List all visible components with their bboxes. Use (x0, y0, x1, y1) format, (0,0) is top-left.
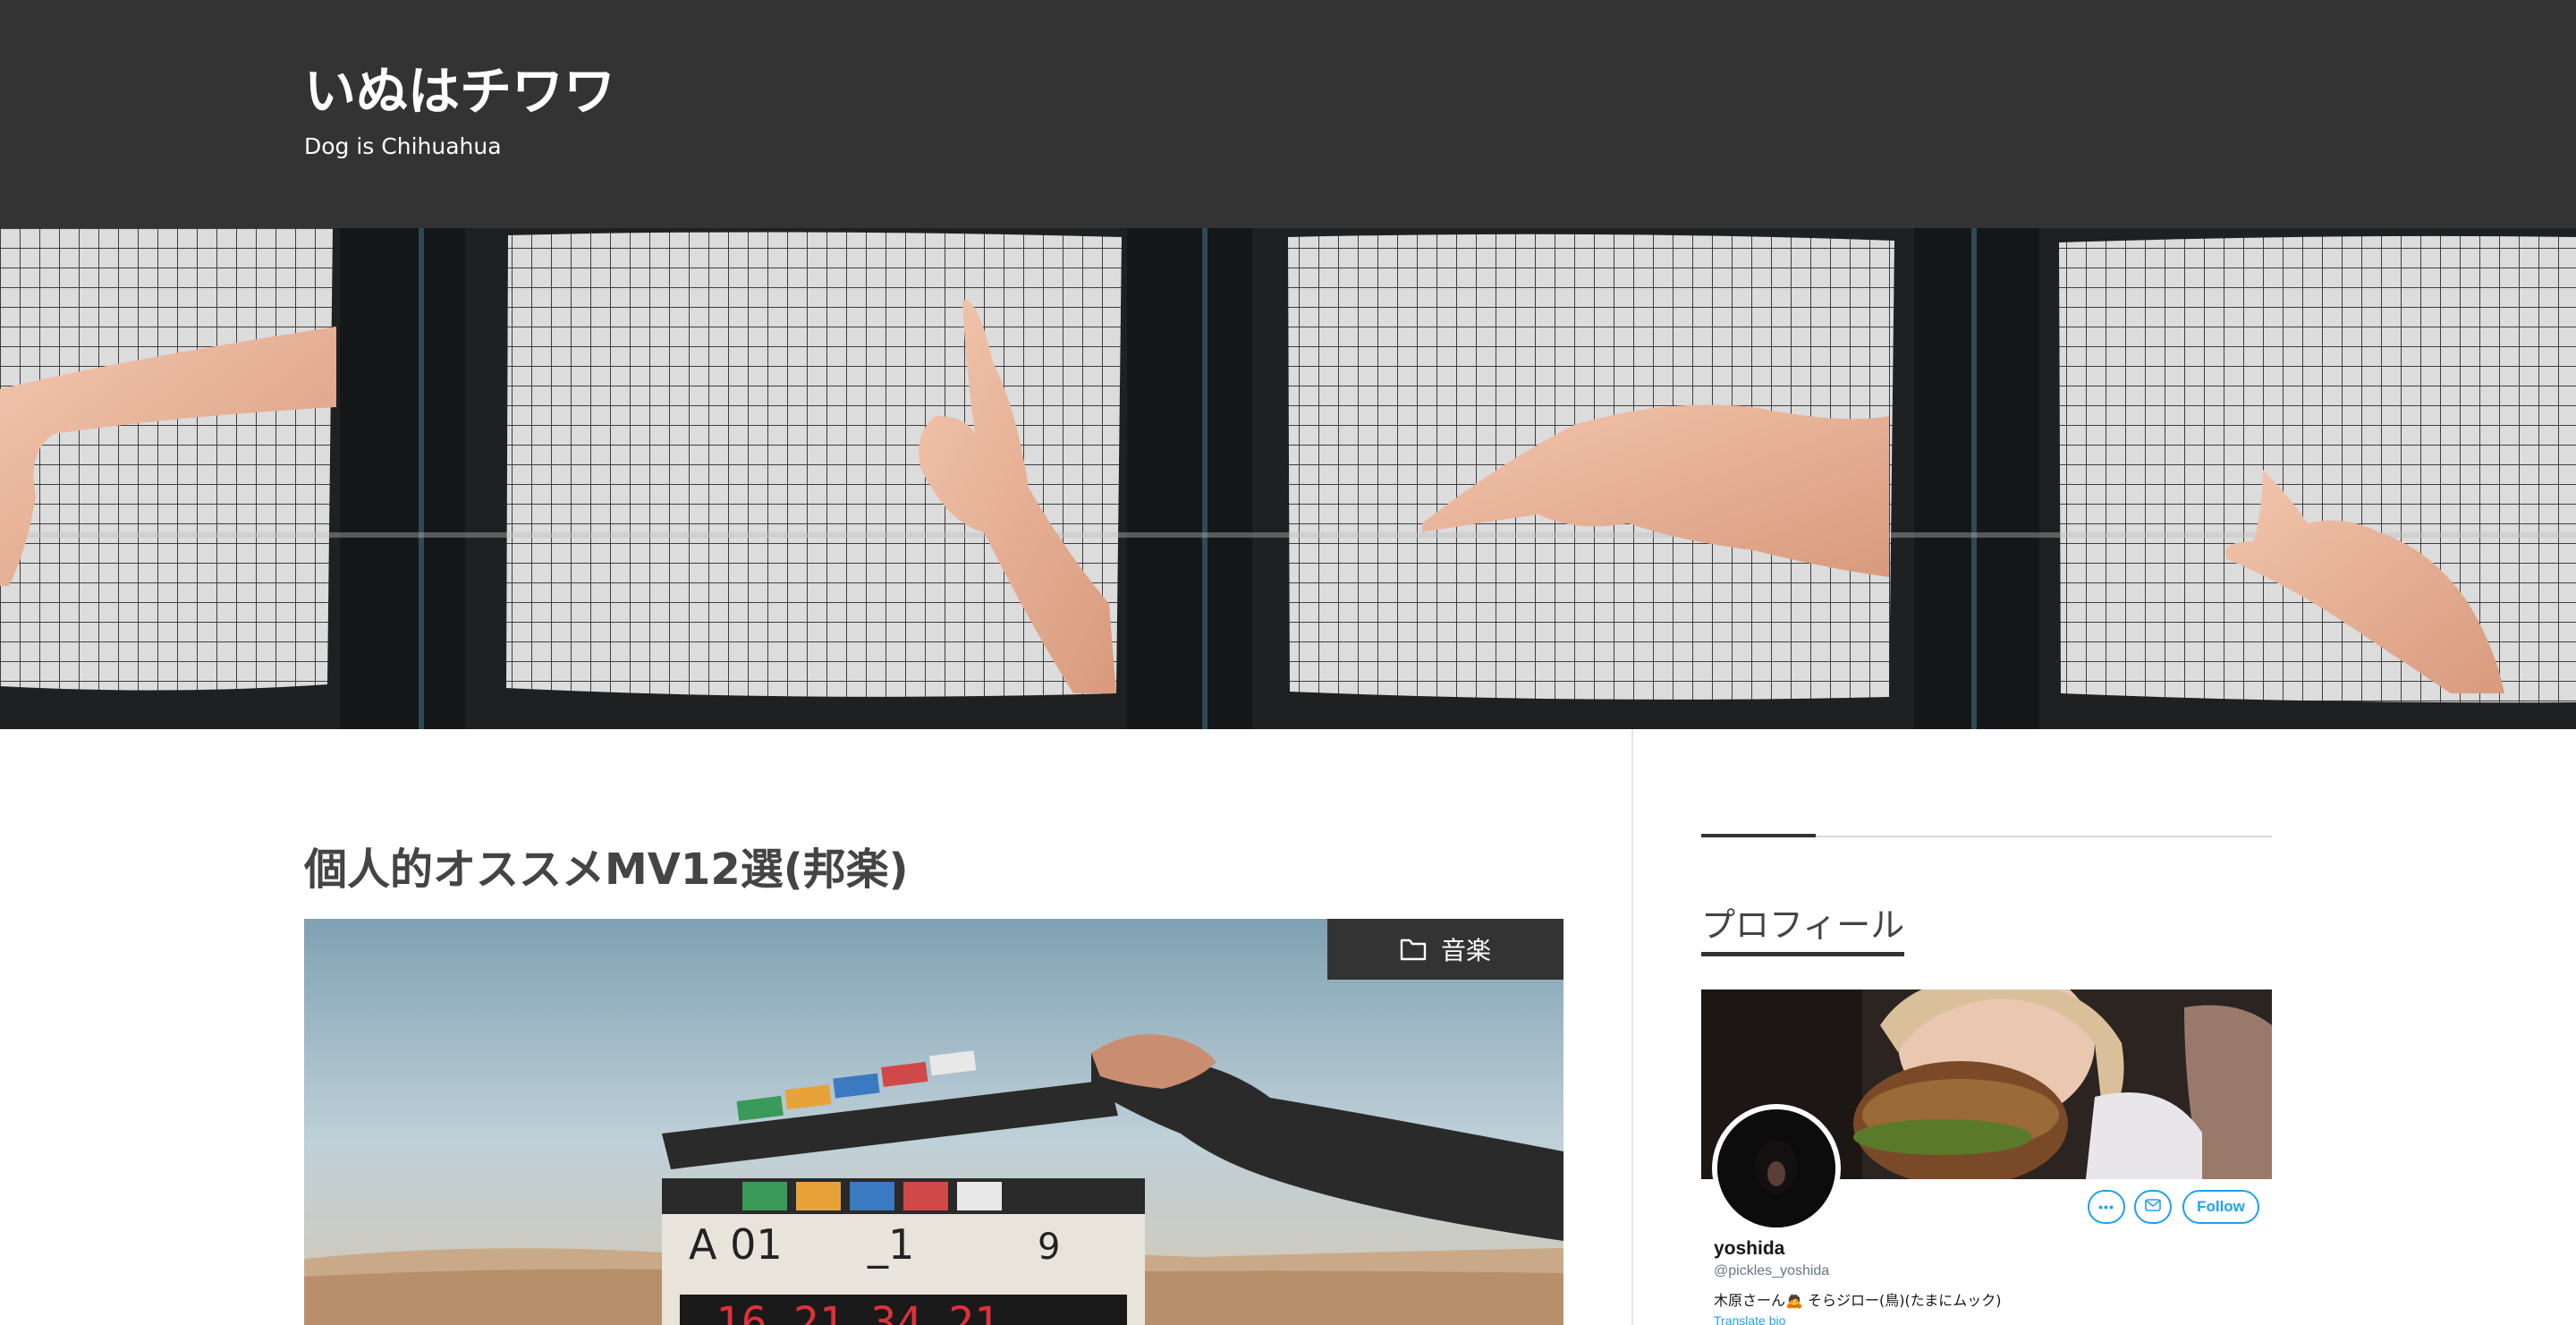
follow-button[interactable]: Follow (2182, 1190, 2259, 1224)
translate-bio-link[interactable]: Translate bio (1714, 1313, 1785, 1325)
envelope-icon (2145, 1198, 2161, 1216)
category-label: 音楽 (1440, 936, 1491, 965)
avatar[interactable] (1712, 1104, 1841, 1233)
svg-text:_1: _1 (867, 1220, 914, 1269)
content-divider (1631, 729, 1633, 1325)
category-badge[interactable]: 音楽 (1327, 919, 1563, 980)
site-title[interactable]: いぬはチワワ (304, 55, 615, 127)
profile-bio: 木原さーん🙇 そらジロー(鳥)(たまにムック) (1714, 1292, 2002, 1309)
profile-name: yoshida (1714, 1238, 1785, 1259)
hero-image (0, 228, 2576, 729)
folder-icon (1400, 938, 1427, 961)
more-icon: ••• (2098, 1200, 2114, 1214)
svg-text:9: 9 (1038, 1227, 1060, 1268)
site-tagline: Dog is Chihuahua (304, 133, 502, 159)
widget-divider-accent (1701, 834, 1816, 837)
more-button[interactable]: ••• (2088, 1190, 2125, 1224)
widget-title-profile: プロフィール (1701, 900, 1905, 956)
svg-text:16 21 34 21: 16 21 34 21 (716, 1298, 1000, 1325)
svg-text:A 01: A 01 (689, 1220, 783, 1269)
post-title[interactable]: 個人的オススメMV12選(邦楽) (304, 841, 909, 898)
profile-card: ••• Follow yoshida @pickles_yoshida 木原さー… (1701, 990, 2272, 1325)
site-header: いぬはチワワ Dog is Chihuahua (0, 0, 2576, 228)
profile-handle: @pickles_yoshida (1714, 1263, 1830, 1278)
post-thumbnail[interactable]: 16 21 34 21 A 01 _1 9 (304, 919, 1563, 1325)
message-button[interactable] (2134, 1190, 2172, 1224)
